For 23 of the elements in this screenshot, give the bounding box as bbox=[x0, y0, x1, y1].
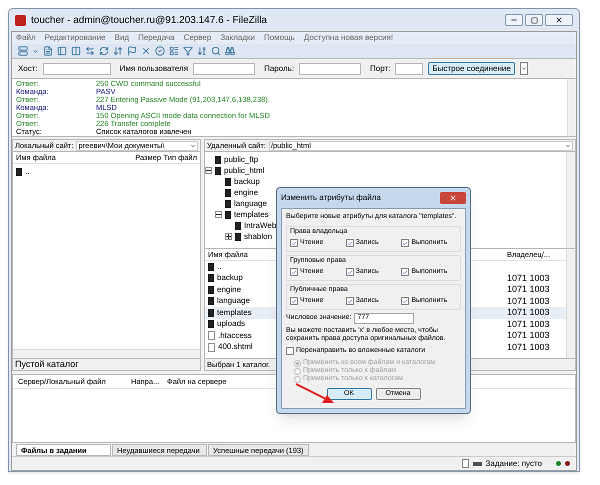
file-name: language bbox=[217, 295, 250, 308]
owner-cell: 1071 1003 bbox=[507, 307, 550, 317]
owner-cell: 1071 1003 bbox=[507, 296, 550, 306]
local-status-text: Пустой каталог bbox=[15, 358, 79, 371]
file-name: .. bbox=[217, 260, 222, 273]
file-name: 400.shtml bbox=[218, 341, 253, 354]
queue-status-text: Задание: пусто bbox=[486, 458, 542, 470]
file-name: backup bbox=[217, 272, 243, 284]
file-name: engine bbox=[217, 284, 242, 296]
password-label: Пароль: bbox=[264, 62, 294, 74]
owner-cell: 1071 1003 bbox=[507, 272, 550, 282]
owner-cell: 1071 1003 bbox=[507, 318, 550, 328]
owner-cell: 1071 1003 bbox=[507, 330, 550, 340]
owner-cell: 1071 1003 bbox=[507, 284, 550, 294]
file-name: uploads bbox=[217, 318, 246, 330]
port-label: Порт: bbox=[370, 62, 390, 74]
owner-cell: 1071 1003 bbox=[507, 342, 550, 352]
file-name: .htaccess bbox=[218, 330, 252, 342]
window-title: toucher - admin@toucher.ru@91.203.147.6 - FileZilla bbox=[31, 14, 267, 28]
dialog-title: Изменить атрибуты файла bbox=[281, 192, 381, 204]
file-name: templates bbox=[217, 306, 252, 319]
host-label: Хост: bbox=[18, 62, 38, 74]
username-label: Имя пользователя bbox=[120, 62, 188, 74]
